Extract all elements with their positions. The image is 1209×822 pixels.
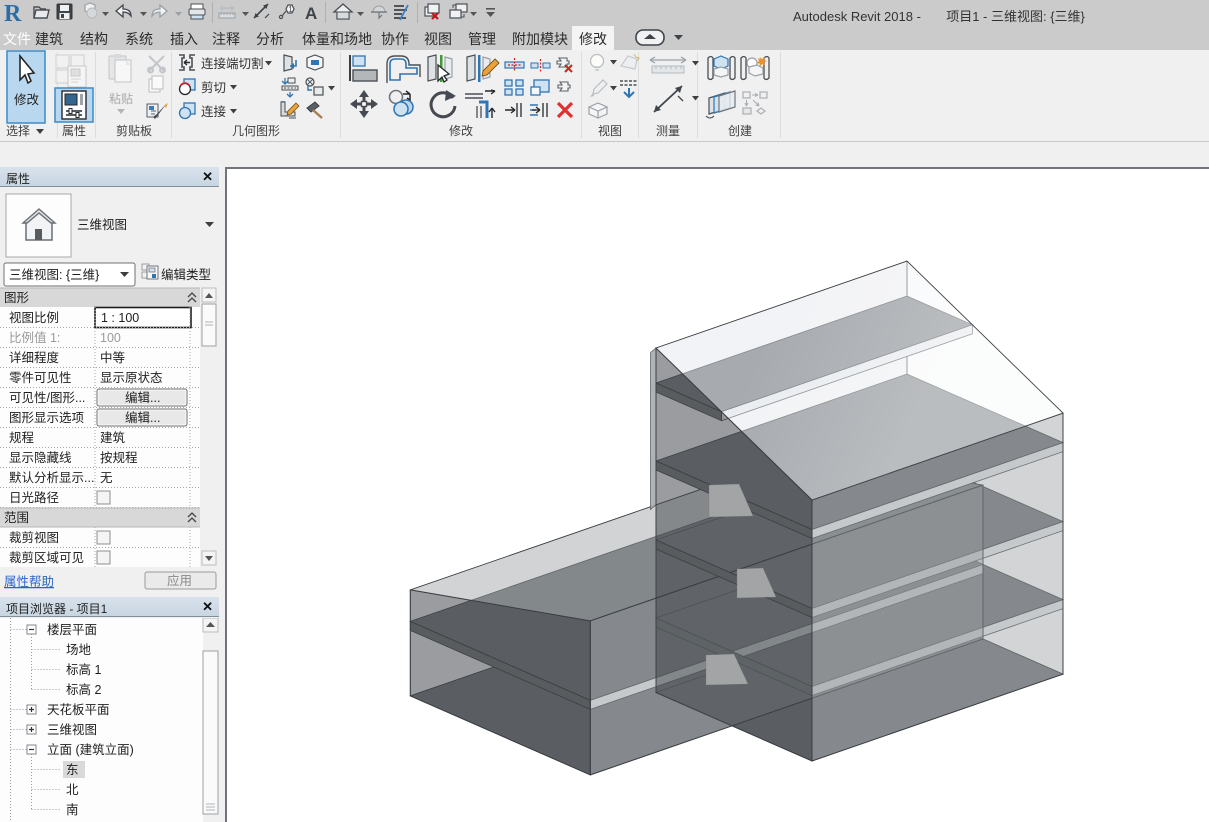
svg-text:比例值 1:: 比例值 1:	[9, 330, 60, 345]
svg-text:1 : 100: 1 : 100	[101, 311, 139, 325]
svg-text:图形显示选项: 图形显示选项	[9, 411, 84, 425]
svg-text:默认分析显示...: 默认分析显示...	[9, 470, 94, 485]
svg-text:范围: 范围	[4, 511, 29, 525]
svg-text:连接: 连接	[201, 104, 227, 119]
svg-text:按规程: 按规程	[100, 450, 138, 465]
svg-text:楼层平面: 楼层平面	[47, 622, 97, 637]
svg-text:剪贴板: 剪贴板	[116, 123, 152, 138]
svg-text:选择: 选择	[6, 124, 30, 138]
svg-text:修改: 修改	[449, 123, 473, 138]
svg-text:无: 无	[100, 471, 113, 485]
svg-text:视图: 视图	[598, 123, 622, 138]
svg-text:编辑...: 编辑...	[125, 410, 160, 425]
svg-text:可见性/图形...: 可见性/图形...	[9, 391, 85, 405]
svg-text:100: 100	[100, 331, 121, 345]
svg-text:应用: 应用	[167, 573, 192, 588]
svg-text:三维视图: {三维}: 三维视图: {三维}	[9, 267, 99, 282]
svg-text:连接端切割: 连接端切割	[201, 56, 264, 71]
svg-text:A: A	[305, 4, 317, 23]
svg-text:1: 1	[288, 5, 293, 14]
svg-text:裁剪区域可见: 裁剪区域可见	[9, 550, 84, 565]
svg-text:图形: 图形	[4, 291, 30, 305]
svg-text:标高 2: 标高 2	[66, 682, 101, 697]
svg-text:显示原状态: 显示原状态	[100, 371, 163, 385]
svg-text:详细程度: 详细程度	[9, 350, 60, 365]
svg-text:粘贴: 粘贴	[109, 91, 133, 106]
svg-text:南: 南	[66, 802, 79, 817]
svg-text:天花板平面: 天花板平面	[47, 702, 110, 717]
svg-text:立面 (建筑立面): 立面 (建筑立面)	[47, 742, 134, 757]
svg-text:标高 1: 标高 1	[66, 662, 101, 677]
svg-text:属性帮助: 属性帮助	[4, 575, 54, 589]
svg-text:视图比例: 视图比例	[9, 310, 59, 325]
svg-text:北: 北	[66, 783, 79, 797]
svg-text:规程: 规程	[9, 430, 35, 445]
svg-text:几何图形: 几何图形	[232, 124, 280, 138]
svg-text:三维视图: 三维视图	[77, 217, 127, 232]
svg-text:属性: 属性	[62, 124, 86, 138]
svg-text:三维视图: 三维视图	[47, 722, 97, 737]
svg-text:日光路径: 日光路径	[9, 490, 59, 505]
svg-text:显示隐藏线: 显示隐藏线	[9, 451, 72, 465]
svg-text:修改: 修改	[14, 92, 40, 107]
svg-text:裁剪视图: 裁剪视图	[9, 530, 59, 545]
svg-text:中等: 中等	[100, 350, 125, 365]
svg-text:编辑...: 编辑...	[125, 390, 160, 405]
svg-text:场地: 场地	[66, 643, 92, 657]
svg-text:东: 东	[66, 763, 79, 777]
svg-text:零件可见性: 零件可见性	[9, 371, 72, 385]
svg-text:创建: 创建	[728, 124, 752, 138]
svg-text:测量: 测量	[656, 124, 680, 138]
svg-text:建筑: 建筑	[100, 430, 126, 445]
svg-text:R: R	[4, 1, 22, 26]
svg-text:编辑类型: 编辑类型	[161, 267, 211, 282]
svg-text:剪切: 剪切	[201, 80, 226, 95]
